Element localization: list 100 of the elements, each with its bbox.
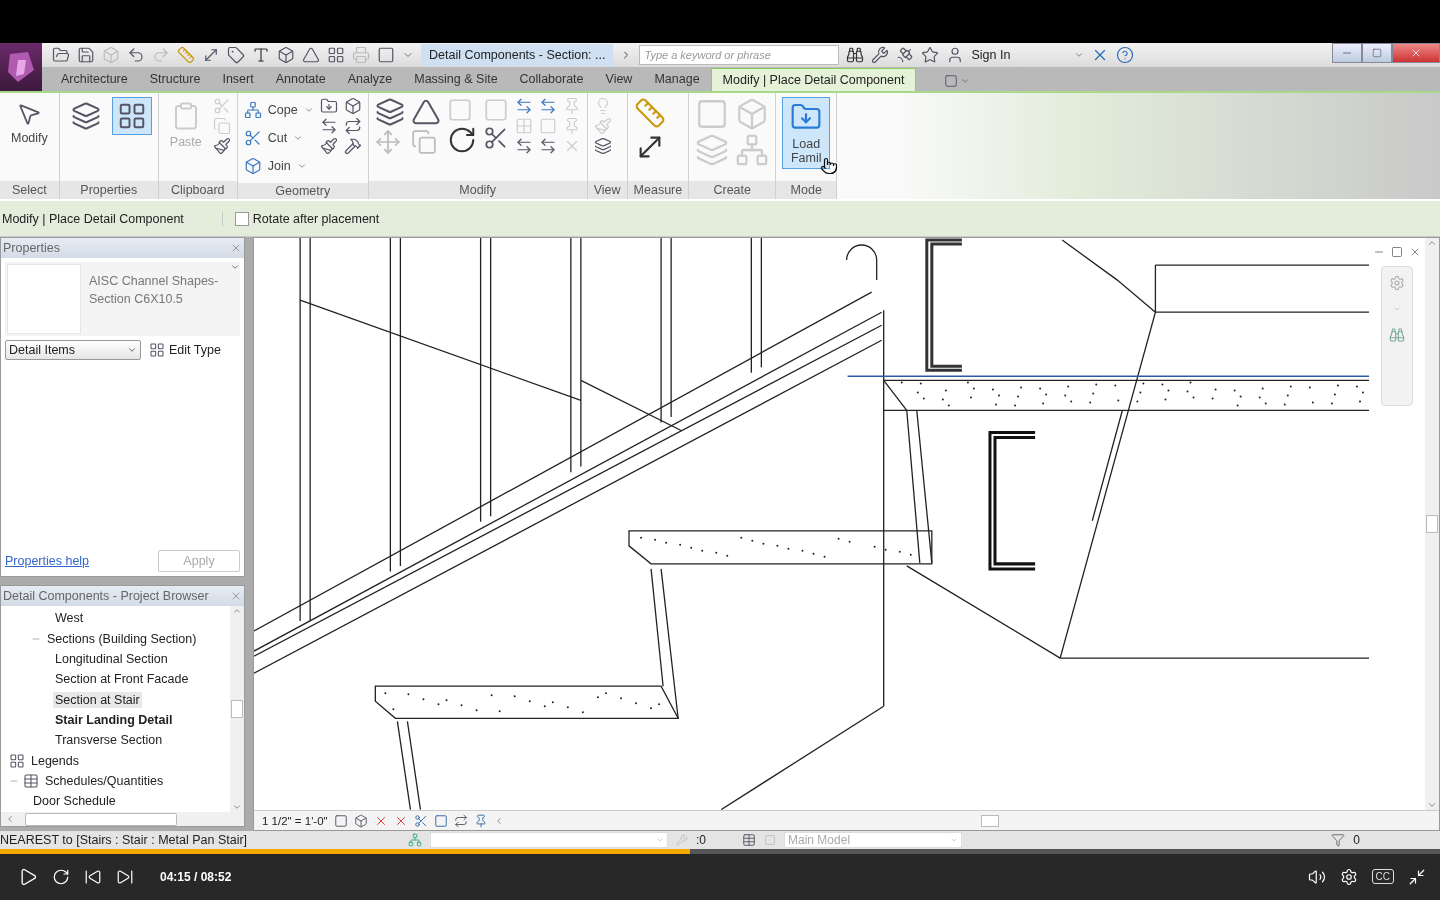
help-icon[interactable] bbox=[1116, 46, 1135, 65]
paint-icon[interactable] bbox=[319, 137, 338, 156]
panel-label: Select bbox=[0, 181, 59, 200]
ribbon-tab[interactable]: Analyze bbox=[336, 67, 404, 92]
geometry-tool[interactable]: Cope bbox=[243, 97, 314, 124]
cube-icon[interactable] bbox=[343, 97, 362, 116]
next-icon[interactable] bbox=[116, 868, 134, 886]
panel-title: Properties bbox=[3, 241, 60, 256]
binoculars-icon[interactable] bbox=[846, 46, 865, 65]
minimize-button[interactable] bbox=[1332, 43, 1362, 64]
scroll-thumb[interactable] bbox=[231, 700, 243, 719]
restore-button[interactable] bbox=[1362, 43, 1392, 64]
status-message: NEAREST to [Stairs : Stair : Metal Pan Stair] bbox=[0, 833, 249, 848]
search-field[interactable]: Type a keyword or phrase bbox=[639, 45, 840, 66]
tree-item[interactable]: Section at Front Facade bbox=[9, 669, 230, 690]
editable-count: :0 bbox=[696, 833, 706, 848]
tree-item[interactable]: Sections (Building Section) bbox=[9, 628, 230, 649]
edit-type-icon bbox=[149, 342, 165, 359]
panel-label: Geometry bbox=[237, 183, 368, 200]
tree-item[interactable]: Stair Landing Detail bbox=[9, 709, 230, 731]
ribbon-tab[interactable]: Architecture bbox=[50, 67, 139, 92]
scrollbar[interactable] bbox=[1425, 238, 1439, 810]
panel-label: Properties bbox=[59, 181, 158, 200]
stacked-sheets-icon bbox=[70, 101, 101, 132]
context-label: Modify | Place Detail Component bbox=[0, 211, 223, 226]
tag-icon[interactable] bbox=[227, 46, 245, 65]
tree-item[interactable]: Legends bbox=[9, 750, 230, 771]
window-title: Detail Components - Section: ... bbox=[421, 44, 614, 67]
properties-help-link[interactable]: Properties help bbox=[5, 554, 90, 569]
ribbon-tab[interactable]: Annotate bbox=[264, 67, 337, 92]
horizontal-scrollbar[interactable] bbox=[1, 812, 244, 827]
ribbon-tab[interactable]: Insert bbox=[211, 67, 265, 92]
text-icon[interactable] bbox=[252, 46, 270, 65]
volume-icon[interactable] bbox=[1307, 868, 1326, 886]
category-dropdown[interactable]: Detail Items bbox=[5, 340, 141, 361]
scrollbar[interactable] bbox=[230, 606, 244, 813]
extend-icon[interactable] bbox=[514, 137, 533, 156]
restore-icon[interactable] bbox=[1391, 246, 1403, 259]
load-family-button[interactable]: Load Famil bbox=[782, 97, 831, 170]
tree-item[interactable]: Section at Stair bbox=[9, 689, 230, 710]
satellite-icon[interactable] bbox=[896, 46, 915, 65]
scroll-thumb[interactable] bbox=[1426, 515, 1438, 534]
panel-label: Modify bbox=[368, 181, 587, 200]
view-scale[interactable]: 1 1/2" = 1'-0" bbox=[262, 814, 328, 827]
geometry-tool[interactable]: Join bbox=[243, 153, 314, 180]
scroll-left-icon bbox=[5, 814, 15, 825]
properties-button[interactable] bbox=[111, 97, 152, 136]
replay-icon[interactable] bbox=[52, 868, 70, 886]
split-icon[interactable] bbox=[319, 117, 338, 136]
tree-item[interactable]: West bbox=[9, 608, 230, 629]
settings-icon[interactable] bbox=[1339, 868, 1358, 886]
captions-button[interactable]: CC bbox=[1371, 869, 1394, 885]
tree-item[interactable]: Longitudinal Section bbox=[9, 648, 230, 670]
ribbon-tab[interactable]: View bbox=[594, 67, 644, 92]
split-gap-icon[interactable] bbox=[538, 97, 557, 116]
rotate-checkbox[interactable]: Rotate after placement bbox=[234, 211, 380, 226]
hand-cursor-icon bbox=[820, 157, 839, 176]
paintbrush-icon[interactable] bbox=[212, 137, 231, 156]
exit-fullscreen-icon[interactable] bbox=[1408, 868, 1426, 886]
progress-bar[interactable] bbox=[0, 848, 1440, 854]
cut-icon bbox=[243, 129, 262, 148]
undo-icon[interactable] bbox=[127, 46, 145, 65]
save-icon[interactable] bbox=[77, 46, 95, 65]
sign-in-link[interactable]: Sign In bbox=[971, 48, 1011, 63]
split-icon[interactable] bbox=[514, 97, 533, 116]
ribbon-tab[interactable]: Modify | Place Detail Component bbox=[710, 68, 917, 92]
previous-icon[interactable] bbox=[84, 868, 102, 886]
open-icon[interactable] bbox=[52, 46, 70, 65]
filter-count: 0 bbox=[1353, 833, 1360, 848]
hammer-icon[interactable] bbox=[343, 137, 362, 156]
scroll-thumb[interactable] bbox=[981, 814, 999, 827]
tree-item[interactable]: Door Schedule bbox=[9, 791, 230, 812]
panel-label: Measure bbox=[627, 181, 689, 200]
tree-item[interactable]: Schedules/Quantities bbox=[9, 770, 230, 791]
app-logo-icon[interactable] bbox=[6, 50, 36, 85]
modify-button[interactable]: Modify bbox=[6, 97, 53, 150]
panel-title: Detail Components - Project Browser bbox=[3, 589, 209, 604]
panel-label: Mode bbox=[776, 181, 837, 200]
measure-icon[interactable] bbox=[177, 46, 195, 65]
filter-icon[interactable] bbox=[1331, 833, 1346, 848]
tree-item[interactable]: Transverse Section bbox=[9, 730, 230, 751]
geometry-tool[interactable]: Cut bbox=[243, 125, 314, 152]
workset-field[interactable] bbox=[430, 832, 668, 849]
ribbon-tab[interactable]: Massing & Site bbox=[403, 67, 509, 92]
ribbon-tab[interactable]: Manage bbox=[643, 67, 711, 92]
3d-view-icon[interactable] bbox=[277, 46, 295, 65]
ribbon-tab[interactable]: Collaborate bbox=[508, 67, 595, 92]
extend-icon[interactable] bbox=[538, 137, 557, 156]
panel-label: Create bbox=[689, 181, 776, 200]
folder-icon[interactable] bbox=[319, 97, 338, 116]
panel-label: Clipboard bbox=[158, 181, 237, 200]
close-button[interactable] bbox=[1392, 43, 1440, 64]
panel-label: View bbox=[587, 181, 627, 200]
star-icon[interactable] bbox=[921, 46, 940, 65]
schedule-icon bbox=[23, 772, 39, 789]
wrench-icon[interactable] bbox=[871, 46, 890, 65]
edit-type-button[interactable]: Edit Type bbox=[149, 342, 221, 359]
playback-time: 04:15 / 08:52 bbox=[160, 870, 232, 884]
ribbon-tab[interactable]: Structure bbox=[138, 67, 212, 92]
type-selector[interactable]: AISC Channel Shapes-Section C6X10.5 bbox=[5, 262, 240, 337]
